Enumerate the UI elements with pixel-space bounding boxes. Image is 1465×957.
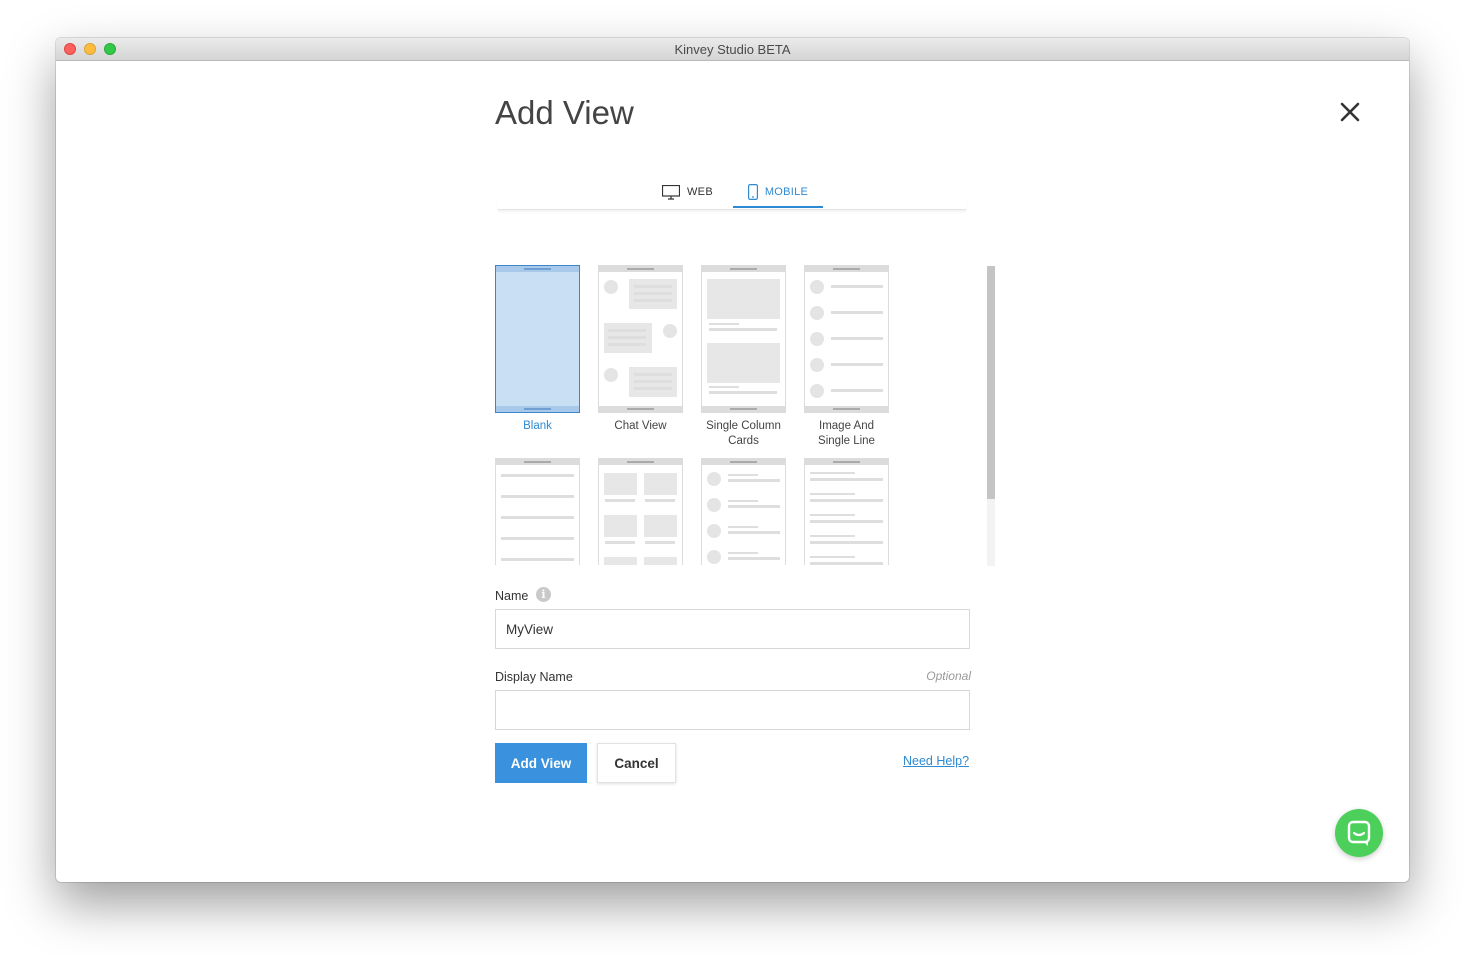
template-thumbnail bbox=[495, 265, 580, 413]
template-label: Chat View bbox=[614, 420, 667, 432]
template-thumbnail bbox=[598, 265, 683, 413]
template-thumbnail bbox=[598, 458, 683, 565]
chat-icon bbox=[1347, 820, 1371, 846]
page-title: Add View bbox=[495, 94, 634, 131]
template-blank[interactable]: Blank bbox=[495, 265, 580, 434]
template-thumbnail bbox=[701, 458, 786, 565]
template-list[interactable] bbox=[495, 458, 580, 565]
platform-tabs bbox=[498, 200, 966, 210]
template-label: Blank bbox=[523, 420, 552, 432]
tab-mobile[interactable]: MOBILE bbox=[733, 177, 823, 208]
phone-icon bbox=[747, 183, 758, 200]
template-grid: Blank Chat View Single Column Cards Imag… bbox=[495, 265, 995, 565]
template-chat-view[interactable]: Chat View bbox=[598, 265, 683, 434]
display-name-label: Display Name bbox=[495, 670, 573, 684]
template-image-two-lines[interactable] bbox=[701, 458, 786, 565]
template-grid-cards[interactable] bbox=[598, 458, 683, 565]
template-single-column-cards[interactable]: Single Column Cards bbox=[701, 265, 786, 449]
template-two-lines[interactable] bbox=[804, 458, 889, 565]
close-icon[interactable] bbox=[1338, 100, 1362, 124]
template-grid-scrollbar[interactable] bbox=[987, 266, 995, 566]
chat-launcher-button[interactable] bbox=[1335, 809, 1383, 857]
monitor-icon bbox=[662, 184, 680, 200]
need-help-link[interactable]: Need Help? bbox=[903, 754, 969, 768]
title-bar: Kinvey Studio BETA bbox=[56, 38, 1409, 61]
tab-web[interactable]: WEB bbox=[662, 177, 713, 207]
app-window: Kinvey Studio BETA Add View WEB MOBILE B… bbox=[56, 38, 1409, 882]
add-view-button[interactable]: Add View bbox=[495, 743, 587, 783]
scrollbar-thumb[interactable] bbox=[987, 266, 995, 499]
name-label: Name bbox=[495, 589, 529, 603]
cancel-button[interactable]: Cancel bbox=[597, 743, 676, 783]
optional-hint: Optional bbox=[926, 669, 971, 683]
info-icon[interactable] bbox=[536, 587, 551, 602]
template-thumbnail bbox=[804, 265, 889, 413]
window-title: Kinvey Studio BETA bbox=[674, 42, 791, 57]
dialog: Add View WEB MOBILE Blank Chat View Sing… bbox=[56, 60, 1409, 882]
template-thumbnail bbox=[701, 265, 786, 413]
template-thumbnail bbox=[495, 458, 580, 565]
template-thumbnail bbox=[804, 458, 889, 565]
tab-web-label: WEB bbox=[687, 186, 713, 198]
display-name-input[interactable] bbox=[495, 690, 970, 730]
template-image-and-single-line[interactable]: Image And Single Line bbox=[804, 265, 889, 449]
name-input[interactable] bbox=[495, 609, 970, 649]
template-label: Image And Single Line bbox=[818, 420, 875, 447]
tab-mobile-label: MOBILE bbox=[764, 185, 809, 198]
template-label: Single Column Cards bbox=[706, 420, 781, 447]
